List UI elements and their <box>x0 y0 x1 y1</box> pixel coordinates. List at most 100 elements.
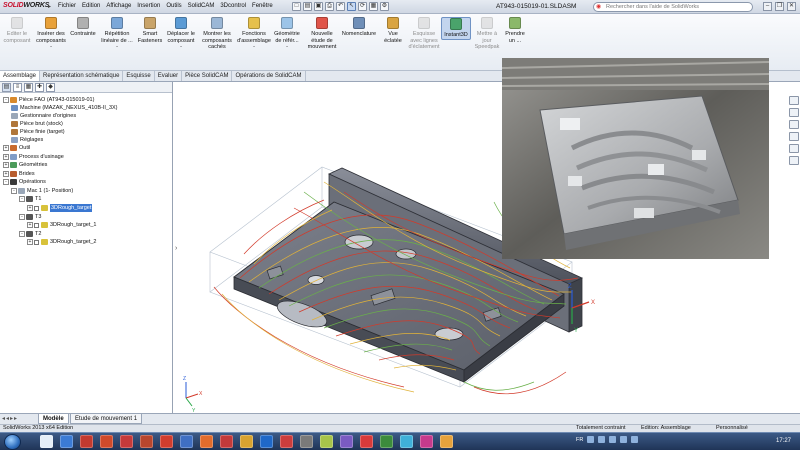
taskbar-app-icon[interactable] <box>280 435 293 448</box>
expand-icon[interactable]: + <box>3 145 9 151</box>
taskbar-app-icon[interactable] <box>40 435 53 448</box>
rebuild-icon[interactable]: ⟳ <box>358 2 367 11</box>
view-palette-icon[interactable] <box>789 132 799 141</box>
tree-checkbox[interactable] <box>34 239 39 245</box>
tree-item[interactable]: Gestionnaire d'origines <box>11 112 76 120</box>
print-icon[interactable]: ⎙ <box>325 2 334 11</box>
taskbar-app-icon[interactable] <box>320 435 333 448</box>
tab-scroll-arrows-icon[interactable]: ◂◂▸▸ <box>2 415 18 422</box>
taskbar-app-icon[interactable] <box>60 435 73 448</box>
ribbon-button-11[interactable]: Vue éclatée <box>381 17 405 44</box>
taskbar-app-icon[interactable] <box>260 435 273 448</box>
ribbon-button-8[interactable]: Géométrie de référ... - <box>271 17 303 51</box>
ribbon-button-12[interactable]: Esquisse avec lignes d'éclatement <box>408 17 440 51</box>
custom-properties-icon[interactable] <box>789 156 799 165</box>
tree-item[interactable]: - T1 <box>19 195 41 203</box>
taskbar-app-icon[interactable] <box>80 435 93 448</box>
tree-checkbox[interactable] <box>34 222 39 228</box>
taskbar-app-icon[interactable] <box>380 435 393 448</box>
ribbon-button-9[interactable]: Nouvelle étude de mouvement <box>306 17 338 51</box>
tray-app-icon[interactable] <box>631 436 639 443</box>
ribbon-button-15[interactable]: Prendre un ... <box>504 17 526 44</box>
tree-item[interactable]: Pièce finie (target) <box>11 128 65 136</box>
tree-item[interactable]: - T3 <box>19 213 41 221</box>
taskbar-app-icon[interactable] <box>360 435 373 448</box>
ribbon-button-0[interactable]: Editer le composant <box>2 17 32 44</box>
ribbon-button-3[interactable]: Répétition linéaire de ... - <box>98 17 136 51</box>
configurationmanager-tab-icon[interactable]: ▦ <box>24 83 33 92</box>
tree-checkbox[interactable] <box>34 205 39 211</box>
file-explorer-icon[interactable] <box>789 120 799 129</box>
taskbar-app-icon[interactable] <box>420 435 433 448</box>
tab-evaluer[interactable]: Evaluer <box>155 71 183 81</box>
ribbon-button-10[interactable]: Nomenclature <box>340 17 378 38</box>
tab-etude-mouvement[interactable]: Etude de mouvement 1 <box>70 414 143 424</box>
menu-outils[interactable]: Outils <box>166 3 181 9</box>
expand-icon[interactable]: + <box>3 162 9 168</box>
tree-item[interactable]: Pièce brut (stock) <box>11 120 63 128</box>
flag-icon[interactable] <box>609 436 617 443</box>
taskbar-app-icon[interactable] <box>340 435 353 448</box>
tab-assemblage[interactable]: Assemblage <box>0 71 41 81</box>
menu-fichier[interactable]: Fichier <box>58 3 76 9</box>
menu-affichage[interactable]: Affichage <box>106 3 131 9</box>
taskbar-app-icon[interactable] <box>440 435 453 448</box>
ribbon-button-7[interactable]: Fonctions d'assemblage - <box>237 17 271 51</box>
collapse-icon[interactable]: - <box>19 196 25 202</box>
minimize-icon[interactable]: – <box>763 2 772 11</box>
tree-item[interactable]: Machine (MAZAK_NEXUS_410B-II_3X) <box>11 104 118 112</box>
tree-item[interactable]: + Géométries <box>3 161 47 169</box>
help-search-input[interactable]: ◉ Rechercher dans l'aide de SolidWorks <box>593 2 753 12</box>
taskbar-app-icon[interactable] <box>200 435 213 448</box>
select-icon[interactable]: ↖ <box>347 2 356 11</box>
start-button[interactable] <box>4 434 21 450</box>
options-icon[interactable]: ⚙ <box>380 2 389 11</box>
tree-item[interactable]: +3DRough_target_1 <box>27 221 96 229</box>
ribbon-button-14[interactable]: Mettre à jour Speedpak <box>474 17 500 51</box>
ribbon-button-5[interactable]: Déplacer le composant - <box>164 17 198 51</box>
ribbon-button-1[interactable]: Insérer des composants - <box>34 17 68 51</box>
tree-item[interactable]: + Brides <box>3 170 35 178</box>
tree-item[interactable]: +3DRough_target <box>27 204 93 212</box>
propertymanager-tab-icon[interactable]: ≡ <box>13 83 22 92</box>
status-custom[interactable]: Personnalisé <box>716 425 748 432</box>
undo-icon[interactable]: ↶ <box>336 2 345 11</box>
save-icon[interactable]: ▣ <box>314 2 323 11</box>
close-icon[interactable]: ✕ <box>787 2 796 11</box>
tree-item[interactable]: Réglages <box>11 136 43 144</box>
tree-item[interactable]: + Process d'usinage <box>3 153 64 161</box>
expand-icon[interactable]: + <box>3 171 9 177</box>
taskbar-app-icon[interactable] <box>400 435 413 448</box>
featuremanager-tab-icon[interactable]: ▤ <box>2 83 11 92</box>
collapse-icon[interactable]: - <box>3 97 9 103</box>
tab-operations-solidcam[interactable]: Opérations de SolidCAM <box>232 71 306 81</box>
collapse-icon[interactable]: - <box>19 231 25 237</box>
menu-3dcontrol[interactable]: 3Dcontrol <box>220 3 246 9</box>
solidworks-logo[interactable]: SOLIDWORKS <box>3 2 49 9</box>
taskbar-app-icon[interactable] <box>180 435 193 448</box>
tab-esquisse[interactable]: Esquisse <box>123 71 155 81</box>
taskbar-app-icon[interactable] <box>240 435 253 448</box>
appearances-icon[interactable] <box>789 144 799 153</box>
expand-icon[interactable]: + <box>27 205 33 211</box>
collapse-icon[interactable]: - <box>19 214 25 220</box>
menu-fenetre[interactable]: Fenêtre <box>252 3 273 9</box>
expand-icon[interactable]: + <box>27 239 33 245</box>
ribbon-button-6[interactable]: Montrer les composants cachés <box>198 17 236 51</box>
tree-item[interactable]: - T2 <box>19 230 41 238</box>
panel-collapse-icon[interactable]: › <box>175 245 178 252</box>
expand-icon[interactable]: + <box>27 222 33 228</box>
ribbon-button-2[interactable]: Contrainte <box>70 17 96 38</box>
taskbar-app-icon[interactable] <box>220 435 233 448</box>
menu-edition[interactable]: Edition <box>82 3 100 9</box>
tree-item[interactable]: - Opérations <box>3 178 46 186</box>
design-library-icon[interactable] <box>789 108 799 117</box>
collapse-icon[interactable]: - <box>11 188 17 194</box>
ribbon-button-13[interactable]: Instant3D <box>441 17 471 40</box>
language-indicator[interactable]: FR <box>576 437 583 443</box>
restore-icon[interactable]: ❐ <box>775 2 784 11</box>
file-properties-icon[interactable]: ▦ <box>369 2 378 11</box>
power-icon[interactable] <box>620 436 628 443</box>
tab-modele[interactable]: Modèle <box>38 414 69 424</box>
tree-item[interactable]: + Outil <box>3 144 30 152</box>
